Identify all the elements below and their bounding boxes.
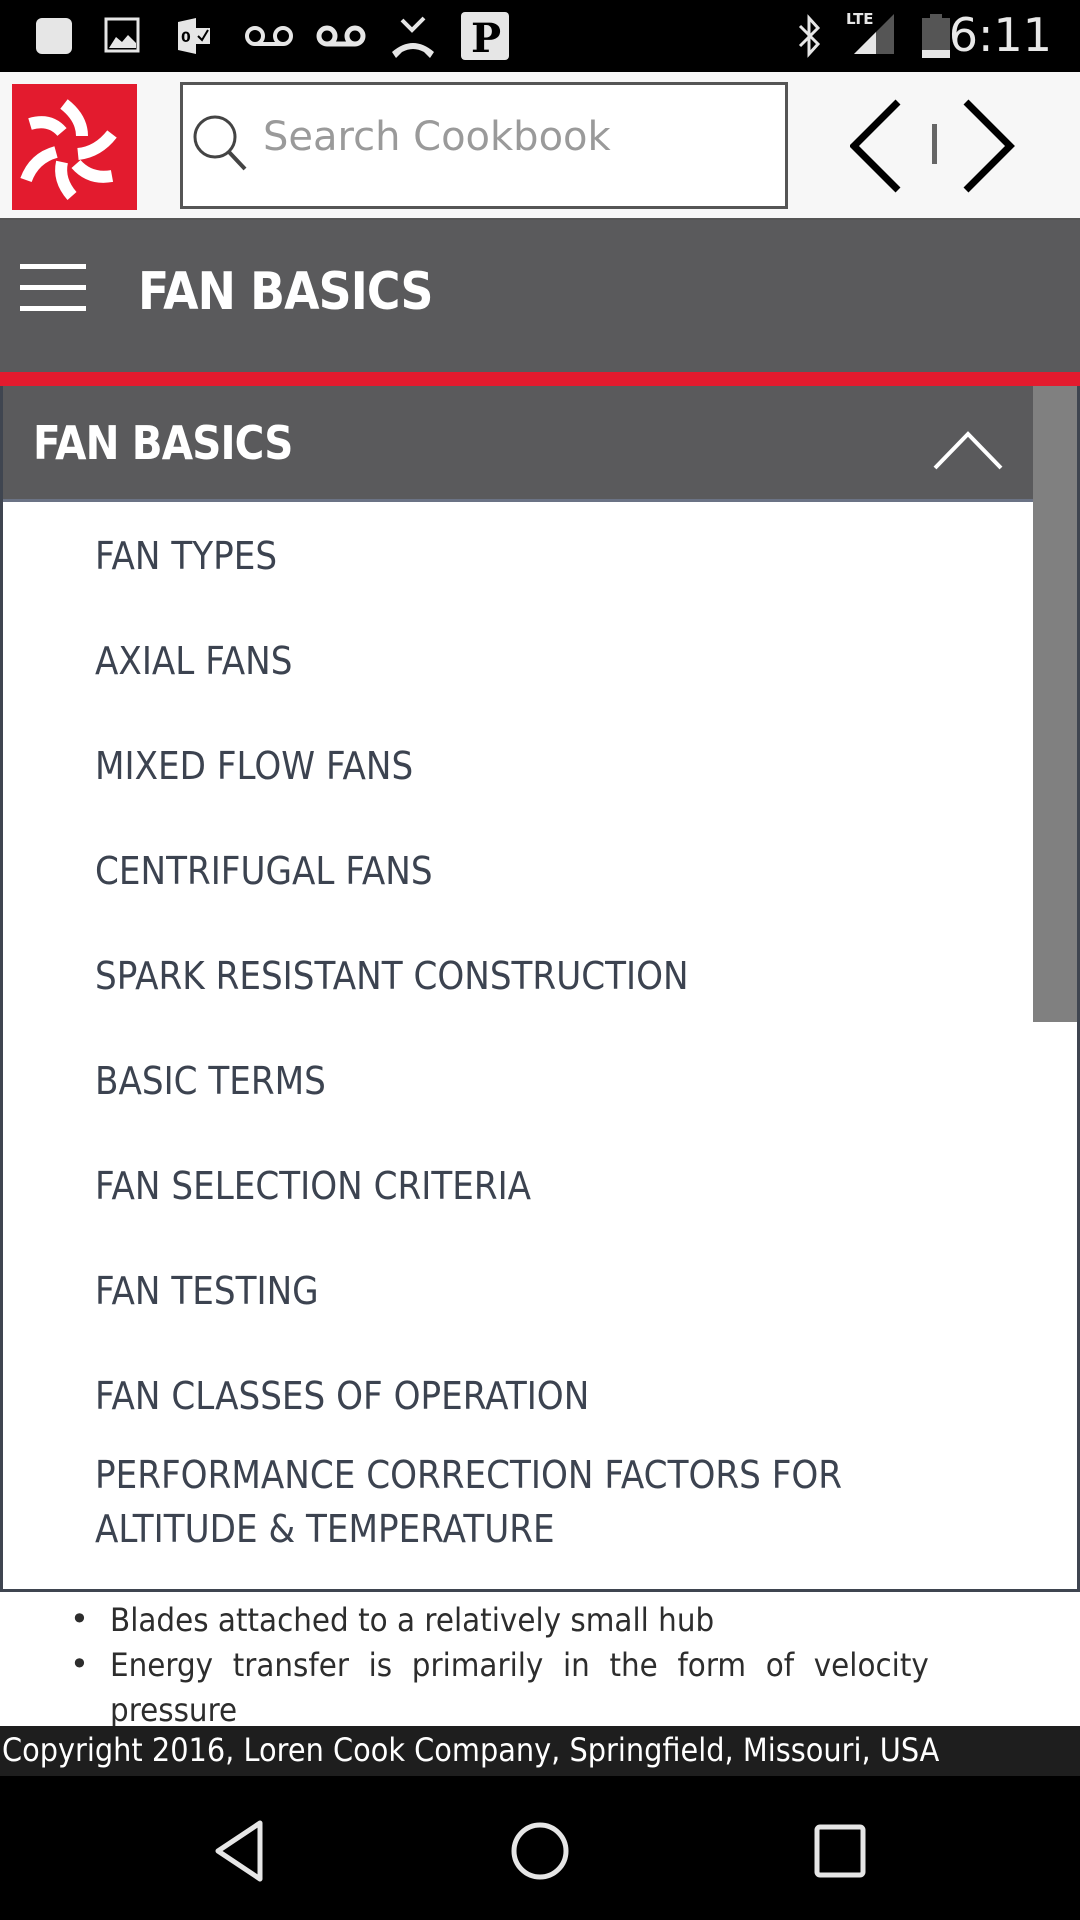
back-button[interactable]: [200, 1816, 280, 1886]
next-page-button[interactable]: [960, 98, 1020, 194]
battery-icon: [920, 14, 952, 58]
toc-accordion: FAN BASICS FAN TYPES AXIAL FANS MIXED FL…: [0, 386, 1080, 1592]
bullet-text: Energy transfer is primarily in the form…: [110, 1646, 929, 1726]
page-title: FAN BASICS: [138, 262, 433, 322]
svg-text:P: P: [471, 15, 501, 61]
missed-call-icon: [390, 14, 436, 58]
toc-item-axial-fans[interactable]: AXIAL FANS: [95, 639, 292, 683]
copyright-text: Copyright 2016, Loren Cook Company, Spri…: [2, 1731, 940, 1769]
previous-page-button[interactable]: [849, 98, 910, 194]
recents-icon: [814, 1824, 866, 1878]
toc-item-fan-types[interactable]: FAN TYPES: [95, 534, 277, 578]
accent-divider: [0, 372, 1080, 386]
network-type-label: LTE: [846, 10, 874, 28]
search-box[interactable]: [180, 82, 788, 209]
chevron-up-icon[interactable]: [933, 430, 1003, 470]
bullet-marker: •: [70, 1600, 89, 1638]
accordion-title: FAN BASICS: [33, 416, 293, 470]
scrollbar-thumb[interactable]: [1033, 386, 1077, 1022]
section-header: FAN BASICS: [0, 220, 1080, 372]
toc-item-fan-selection-criteria[interactable]: FAN SELECTION CRITERIA: [95, 1164, 531, 1208]
recents-button[interactable]: [800, 1816, 880, 1886]
signal-icon: LTE: [846, 10, 906, 54]
toc-item-centrifugal-fans[interactable]: CENTRIFUGAL FANS: [95, 849, 433, 893]
svg-text:0: 0: [181, 30, 191, 46]
bullet-text: Blades attached to a relatively small hu…: [110, 1601, 715, 1639]
home-icon: [511, 1822, 569, 1880]
search-input[interactable]: [263, 107, 763, 167]
toc-item-spark-resistant-construction[interactable]: SPARK RESISTANT CONSTRUCTION: [95, 954, 689, 998]
status-bar: 0 P LTE 6:11: [0, 0, 1080, 72]
home-button[interactable]: [500, 1816, 580, 1886]
voicemail-icon: [316, 14, 366, 58]
toc-item-mixed-flow-fans[interactable]: MIXED FLOW FANS: [95, 744, 413, 788]
page-divider: [932, 124, 937, 164]
page-navigation: [849, 98, 1020, 194]
bullet-marker: •: [70, 1645, 89, 1683]
bluetooth-icon: [794, 14, 824, 58]
top-app-bar: [0, 72, 1080, 220]
loren-cook-logo[interactable]: [12, 84, 137, 210]
parking-icon: P: [460, 12, 510, 61]
toc-item-fan-classes-of-operation[interactable]: FAN CLASSES OF OPERATION: [95, 1374, 589, 1418]
hamburger-menu-icon[interactable]: [20, 264, 86, 312]
toc-item-basic-terms[interactable]: BASIC TERMS: [95, 1059, 326, 1103]
page-content: • Blades attached to a relatively small …: [0, 1592, 1080, 1726]
image-icon: [104, 14, 142, 58]
toc-item-fan-testing[interactable]: FAN TESTING: [95, 1269, 319, 1313]
search-icon: [193, 115, 247, 171]
outlook-icon: 0: [176, 14, 212, 58]
toc-item-performance-correction-factors[interactable]: PERFORMANCE CORRECTION FACTORS FOR ALTIT…: [95, 1448, 923, 1556]
clock: 6:11: [948, 8, 1052, 62]
system-nav-bar: [0, 1776, 1080, 1920]
voicemail-icon: [244, 14, 294, 58]
copyright-footer: Copyright 2016, Loren Cook Company, Spri…: [0, 1726, 1080, 1776]
accordion-header[interactable]: FAN BASICS: [3, 386, 1033, 502]
back-icon: [215, 1820, 263, 1882]
app-notification-icon: [34, 14, 74, 58]
